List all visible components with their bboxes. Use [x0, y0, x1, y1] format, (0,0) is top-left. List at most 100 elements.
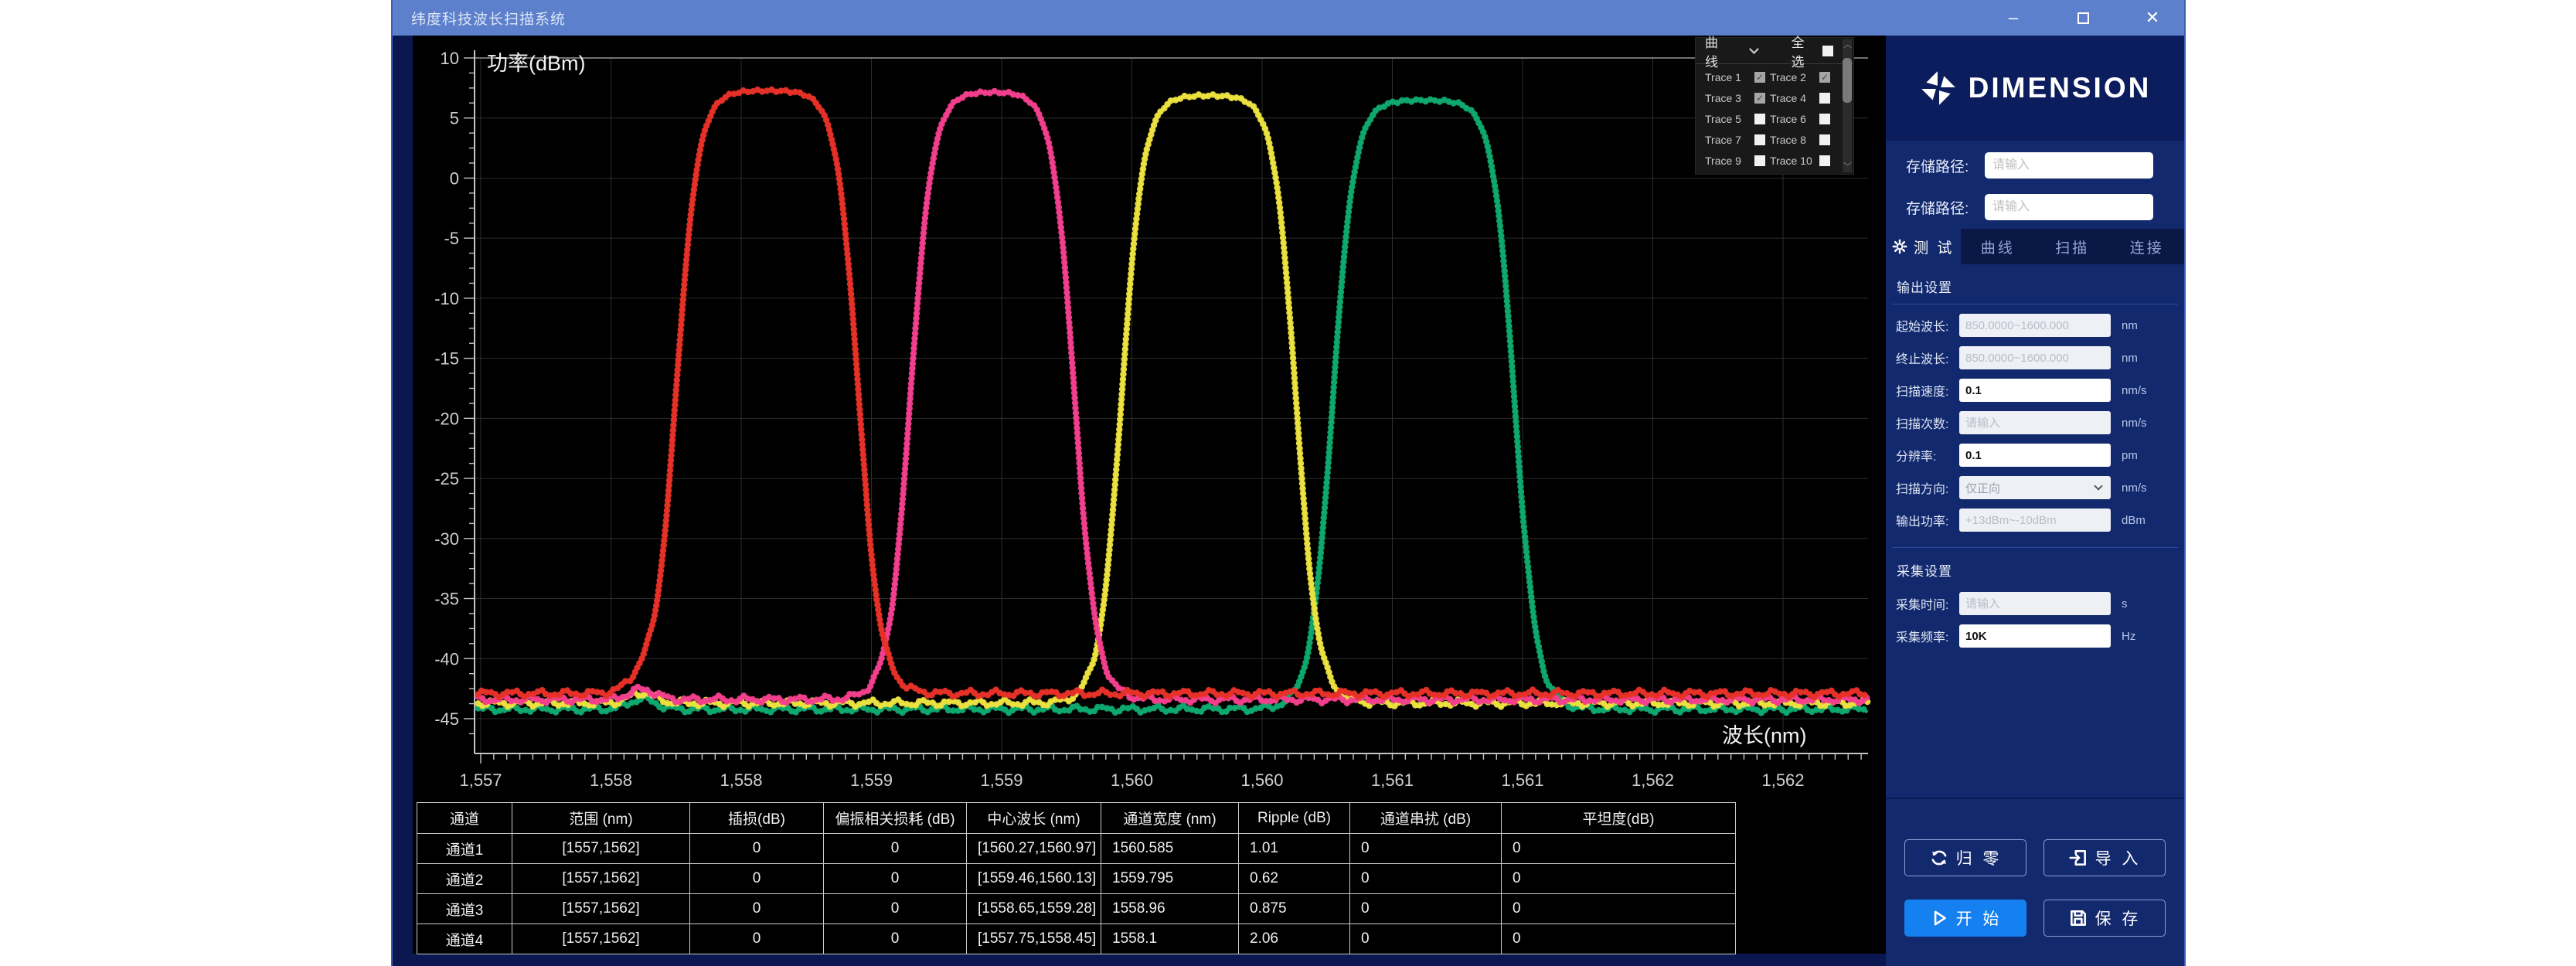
- table-header-cell: 通道串扰 (dB): [1350, 803, 1502, 834]
- table-cell: 0: [824, 924, 967, 954]
- storage-path-row: 存储路径:: [1886, 193, 2184, 221]
- tab-scan[interactable]: 扫描: [2035, 229, 2110, 264]
- trace-checkbox[interactable]: ✓: [1754, 155, 1765, 166]
- window-controls: – ✕: [1996, 0, 2170, 36]
- field-input[interactable]: [1959, 509, 2111, 532]
- trace-label: Trace 10: [1770, 155, 1813, 167]
- sidebar-tabs: 测 试曲线扫描连接: [1886, 229, 2184, 264]
- tab-curve[interactable]: 曲线: [1961, 229, 2036, 264]
- trace-label: Trace 5: [1705, 113, 1748, 125]
- svg-text:-15: -15: [434, 349, 459, 369]
- form-row: 扫描速度:nm/s: [1886, 374, 2184, 406]
- field-label: 扫描方向:: [1896, 478, 1959, 497]
- field-input[interactable]: [1959, 379, 2111, 402]
- scroll-up-icon[interactable]: ︿: [1843, 41, 1851, 49]
- table-header-row: 通道范围 (nm)插损(dB)偏振相关损耗 (dB)中心波长 (nm)通道宽度 …: [417, 803, 1736, 834]
- svg-text:0: 0: [450, 168, 459, 188]
- chart-zone: 1050-5-10-15-20-25-30-35-40-451,5571,558…: [393, 36, 1887, 966]
- trace-legend-panel: 曲线 全选 ✓ Trace 1✓Trace 2✓Trace 3✓Trace 4✓…: [1695, 37, 1854, 175]
- window-title: 纬度科技波长扫描系统: [411, 8, 566, 29]
- field-unit: nm/s: [2122, 481, 2147, 495]
- svg-text:-35: -35: [434, 590, 459, 609]
- form-row: 分辨率:pm: [1886, 439, 2184, 471]
- tab-label: 连接: [2130, 236, 2164, 257]
- table-cell: 0: [1350, 864, 1502, 894]
- svg-text:1,557: 1,557: [459, 770, 502, 790]
- play-icon: [1929, 908, 1949, 928]
- trace-label: Trace 7: [1705, 134, 1748, 146]
- save-button[interactable]: 保 存: [2043, 900, 2166, 937]
- chart-panel: 1050-5-10-15-20-25-30-35-40-451,5571,558…: [413, 36, 1887, 954]
- table-cell: 1559.795: [1101, 864, 1239, 894]
- table-cell: 0: [1350, 894, 1502, 924]
- field-input[interactable]: [1959, 314, 2111, 337]
- trace-checkbox[interactable]: ✓: [1819, 134, 1830, 145]
- storage-path-input[interactable]: [1985, 194, 2153, 220]
- trace-checkbox[interactable]: ✓: [1819, 114, 1830, 124]
- brand-name: DIMENSION: [1969, 72, 2152, 104]
- table-cell: 0: [824, 864, 967, 894]
- storage-path-label: 存储路径:: [1906, 155, 1985, 176]
- import-button[interactable]: 导 入: [2043, 839, 2166, 876]
- field-input[interactable]: [1959, 411, 2111, 434]
- table-header-cell: 中心波长 (nm): [967, 803, 1101, 834]
- actions-zone: 归 零导 入开 始 保 存: [1886, 798, 2184, 966]
- maximize-button[interactable]: [2065, 2, 2101, 33]
- field-input[interactable]: [1959, 346, 2111, 369]
- minimize-button[interactable]: –: [1996, 2, 2031, 33]
- table-row: 通道2[1557,1562]00[1559.46,1560.13]1559.79…: [417, 864, 1736, 894]
- trace-checkbox[interactable]: ✓: [1754, 114, 1765, 124]
- trace-checkbox[interactable]: ✓: [1754, 93, 1765, 104]
- section-title: 输出设置: [1897, 277, 2184, 296]
- field-input[interactable]: [1959, 444, 2111, 467]
- channel-name-cell: 通道3: [417, 894, 512, 924]
- table-cell: 0: [1502, 864, 1736, 894]
- chevron-down-icon[interactable]: [1749, 44, 1759, 54]
- tab-connect[interactable]: 连接: [2110, 229, 2185, 264]
- maximize-icon: [2077, 12, 2089, 24]
- legend-trace-item: Trace 1✓: [1705, 69, 1770, 86]
- svg-text:1,559: 1,559: [850, 770, 893, 790]
- table-header-cell: 偏振相关损耗 (dB): [824, 803, 967, 834]
- field-unit: nm: [2122, 352, 2138, 365]
- storage-path-input[interactable]: [1985, 152, 2153, 179]
- field-unit: nm: [2122, 319, 2138, 332]
- table-cell: [1557,1562]: [512, 924, 690, 954]
- select-all-checkbox[interactable]: ✓: [1822, 46, 1833, 56]
- svg-text:1,561: 1,561: [1501, 770, 1543, 790]
- table-cell: 0: [690, 834, 824, 864]
- table-cell: 0: [690, 924, 824, 954]
- trace-checkbox[interactable]: ✓: [1754, 134, 1765, 145]
- legend-trace-item: Trace 3✓: [1705, 90, 1770, 107]
- field-label: 扫描速度:: [1896, 381, 1959, 400]
- scroll-down-icon[interactable]: ﹀: [1843, 163, 1851, 171]
- trace-checkbox[interactable]: ✓: [1754, 72, 1765, 83]
- tab-test[interactable]: 测 试: [1886, 229, 1961, 264]
- svg-text:5: 5: [450, 109, 459, 128]
- scan-direction-select[interactable]: 仅正向: [1959, 476, 2111, 499]
- tab-label: 曲线: [1981, 236, 2015, 257]
- storage-path-block: 存储路径: 存储路径:: [1886, 141, 2184, 229]
- start-button[interactable]: 开 始: [1904, 900, 2026, 937]
- reset-button[interactable]: 归 零: [1904, 839, 2026, 876]
- field-input[interactable]: [1959, 592, 2111, 615]
- table-cell: 0: [690, 864, 824, 894]
- trace-checkbox[interactable]: ✓: [1819, 72, 1830, 83]
- field-label: 终止波长:: [1896, 349, 1959, 367]
- close-button[interactable]: ✕: [2135, 2, 2170, 33]
- trace-checkbox[interactable]: ✓: [1819, 155, 1830, 166]
- svg-text:-30: -30: [434, 529, 459, 549]
- field-input[interactable]: [1959, 624, 2111, 648]
- button-label: 开 始: [1956, 906, 2003, 930]
- field-label: 扫描次数:: [1896, 413, 1959, 432]
- svg-text:10: 10: [441, 49, 459, 68]
- table-row: 通道4[1557,1562]00[1557.75,1558.45]1558.12…: [417, 924, 1736, 954]
- svg-text:1,560: 1,560: [1111, 770, 1153, 790]
- channel-name-cell: 通道2: [417, 864, 512, 894]
- table-cell: [1557,1562]: [512, 834, 690, 864]
- field-unit: nm/s: [2122, 417, 2147, 430]
- field-unit: Hz: [2122, 630, 2135, 643]
- trace-label: Trace 6: [1770, 113, 1813, 125]
- legend-scrollbar-thumb[interactable]: [1843, 58, 1852, 103]
- trace-checkbox[interactable]: ✓: [1819, 93, 1830, 104]
